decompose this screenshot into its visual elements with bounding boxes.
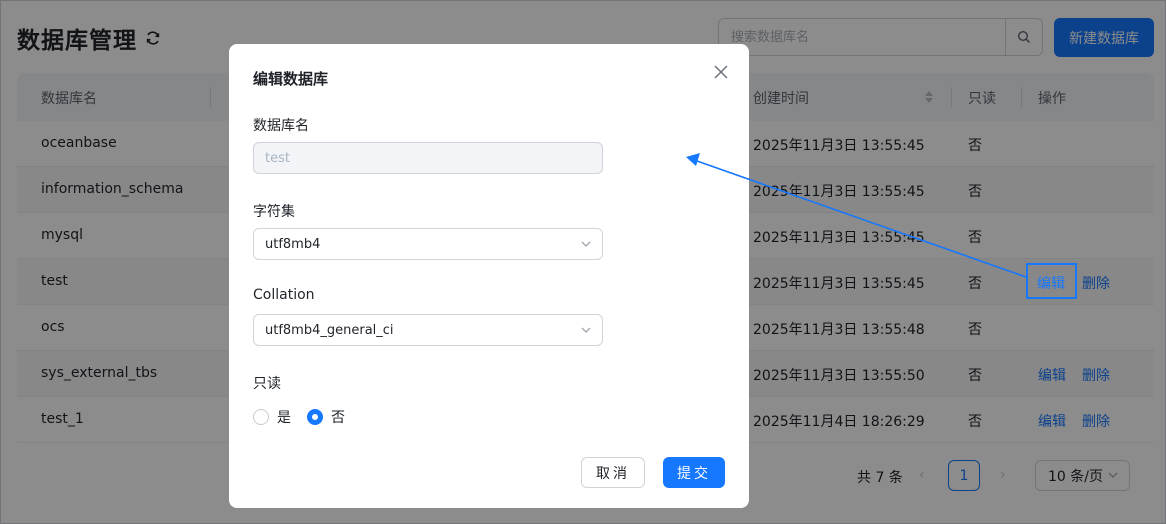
edit-database-modal: 编辑数据库 数据库名 test 字符集 utf8mb4 Collation ut… xyxy=(229,44,749,508)
charset-value: utf8mb4 xyxy=(265,236,321,252)
radio-yes-circle xyxy=(253,409,269,425)
radio-no-circle xyxy=(307,409,323,425)
charset-select[interactable]: utf8mb4 xyxy=(253,228,603,260)
name-label: 数据库名 xyxy=(253,118,309,134)
close-icon[interactable] xyxy=(713,64,729,80)
radio-yes[interactable]: 是 xyxy=(253,407,291,427)
radio-yes-label: 是 xyxy=(277,410,291,426)
charset-label: 字符集 xyxy=(253,204,295,220)
readonly-label: 只读 xyxy=(253,376,281,392)
submit-button[interactable]: 提交 xyxy=(663,457,725,488)
name-input: test xyxy=(253,142,603,174)
radio-no[interactable]: 否 xyxy=(307,407,345,427)
radio-no-label: 否 xyxy=(331,410,345,426)
edit-link[interactable]: 编辑 xyxy=(1037,273,1065,293)
collation-select[interactable]: utf8mb4_general_ci xyxy=(253,314,603,346)
collation-value: utf8mb4_general_ci xyxy=(265,322,394,338)
chevron-down-icon xyxy=(580,238,592,254)
modal-title: 编辑数据库 xyxy=(253,70,329,88)
collation-label: Collation xyxy=(253,287,315,303)
cancel-button[interactable]: 取消 xyxy=(581,457,645,488)
chevron-down-icon xyxy=(580,324,592,340)
